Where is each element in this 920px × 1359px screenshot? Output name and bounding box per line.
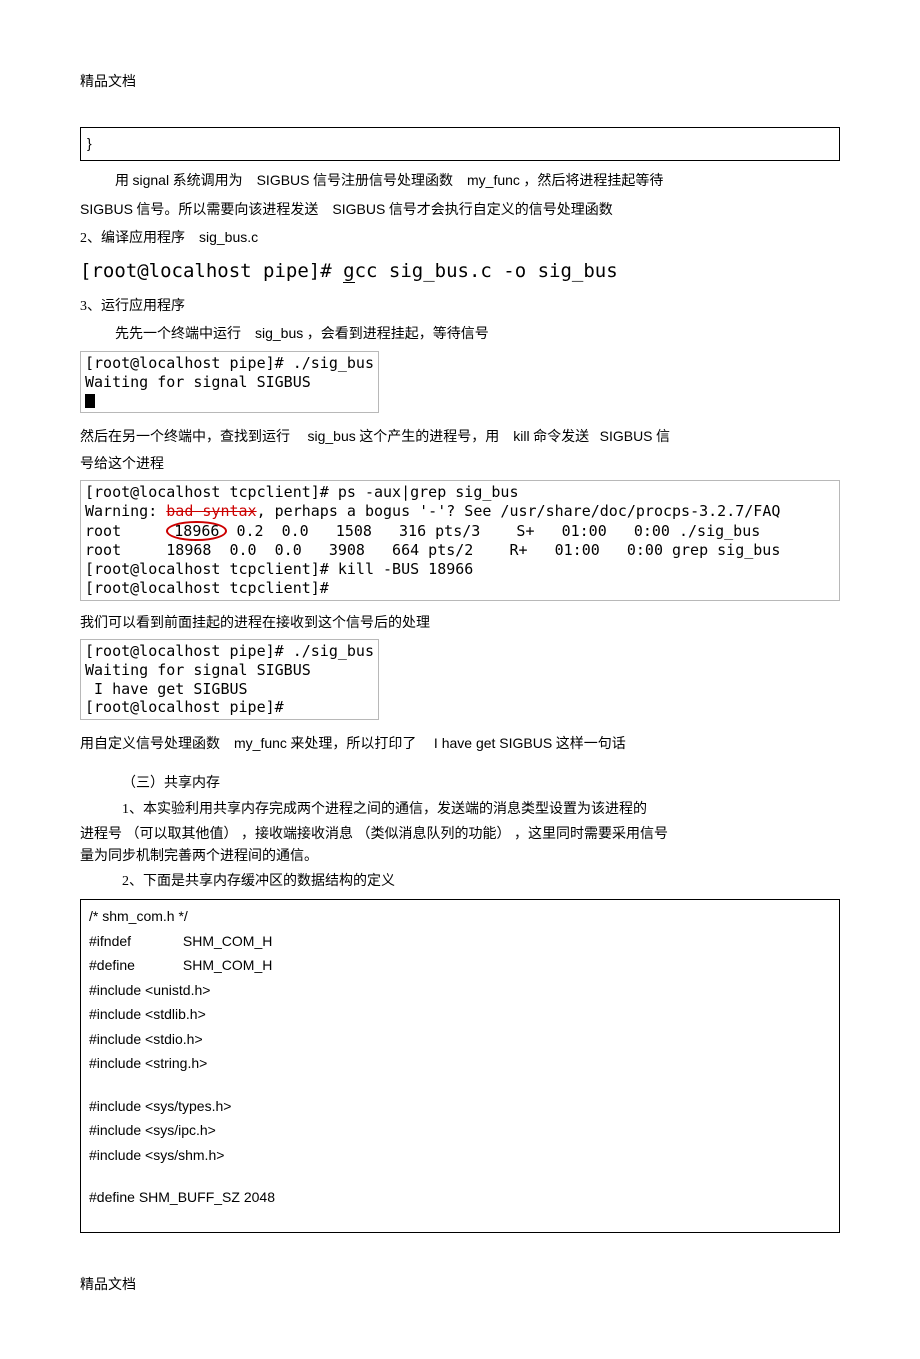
paragraph: 进程号 （可以取其他值） ，接收端接收消息 （类似消息队列的功能） ，这里同时需… <box>80 824 840 846</box>
text: ，然后将进程挂起等待 <box>523 174 663 189</box>
text: 这样一句话 <box>556 737 626 752</box>
text: 用 <box>115 174 133 189</box>
cursor-icon <box>85 394 95 408</box>
text: 先先一个终端中运行 <box>115 327 241 342</box>
text: SIGBUS <box>80 201 133 217</box>
terminal-line: [root@localhost pipe]# <box>85 698 284 716</box>
page-footer: 精品文档 <box>80 1273 840 1300</box>
code-text: SHM_COM_H <box>183 957 272 973</box>
code-box-closing-brace: } <box>80 127 840 162</box>
paragraph: 然后在另一个终端中，查找到运行 sig_bus 这个产生的进程号，用 kill … <box>80 423 840 452</box>
paragraph: 2、下面是共享内存缓冲区的数据结构的定义 <box>80 869 840 896</box>
paragraph: 号给这个进程 <box>80 452 840 479</box>
text: SIGBUS <box>600 428 653 444</box>
text: 信号才会执行自定义的信号处理函数 <box>389 203 613 218</box>
terminal-line: I have get SIGBUS <box>85 680 248 698</box>
section-heading: （三）共享内存 <box>80 771 840 798</box>
code-line: #define SHM_BUFF_SZ 2048 <box>89 1185 831 1210</box>
terminal-line: , perhaps a bogus '-'? See /usr/share/do… <box>257 502 781 520</box>
text: sig_bus <box>255 325 303 341</box>
text: 信 <box>656 430 670 445</box>
page: 精品文档 } 用 signal 系统调用为 SIGBUS 信号注册信号处理函数 … <box>0 0 920 1359</box>
paragraph: 1、本实验利用共享内存完成两个进程之间的通信，发送端的消息类型设置为该进程的 <box>80 797 840 824</box>
text: 来处理，所以打印了 <box>290 737 416 752</box>
code-box-shm-com: /* shm_com.h */ #ifndef SHM_COM_H #defin… <box>80 899 840 1233</box>
terminal-line: [root@localhost pipe]# ./sig_bus <box>85 642 374 660</box>
terminal-line: cc sig_bus.c -o sig_bus <box>355 260 618 282</box>
terminal-output-2: [root@localhost tcpclient]# ps -aux|grep… <box>80 480 840 600</box>
code-line: #define SHM_COM_H <box>89 953 831 978</box>
paragraph: 我们可以看到前面挂起的进程在接收到这个信号后的处理 <box>80 611 840 638</box>
text: 2、编译应用程序 <box>80 231 185 246</box>
code-line: #include <stdlib.h> <box>89 1002 831 1027</box>
paragraph: SIGBUS 信号。所以需要向该进程发送 SIGBUS 信号才会执行自定义的信号… <box>80 196 840 225</box>
code-line: #include <stdio.h> <box>89 1027 831 1052</box>
terminal-text-highlight: bad syntax <box>166 502 256 520</box>
terminal-line: [root@localhost tcpclient]# <box>85 579 329 597</box>
terminal-line: root 18968 0.0 0.0 3908 664 pts/2 R+ 01:… <box>85 541 780 559</box>
text: 这个产生的进程号，用 <box>359 430 499 445</box>
text: 然后在另一个终端中，查找到运行 <box>80 430 290 445</box>
terminal-output-1: [root@localhost pipe]# ./sig_bus Waiting… <box>80 351 379 413</box>
text: sig_bus.c <box>199 229 258 245</box>
code-text: SHM_COM_H <box>183 933 272 949</box>
paragraph: 用自定义信号处理函数 my_func 来处理，所以打印了 I have get … <box>80 730 840 759</box>
code-line: #include <string.h> <box>89 1051 831 1076</box>
step-heading: 3、运行应用程序 <box>80 294 840 321</box>
text: SIGBUS <box>257 172 310 188</box>
terminal-line: 0.2 0.0 1508 316 pts/3 S+ 01:00 0:00 ./s… <box>227 522 760 540</box>
text: I have get SIGBUS <box>434 735 552 751</box>
text: ，会看到进程挂起，等待信号 <box>307 327 489 342</box>
terminal-line: [root@localhost tcpclient]# kill -BUS 18… <box>85 560 473 578</box>
terminal-output-3: [root@localhost pipe]# ./sig_bus Waiting… <box>80 639 379 720</box>
circled-pid: 18966 <box>166 521 227 542</box>
text: my_func <box>234 735 287 751</box>
code-line: /* shm_com.h */ <box>89 904 831 929</box>
code-line: #include <sys/ipc.h> <box>89 1118 831 1143</box>
text: kill <box>513 428 529 444</box>
terminal-line: [root@localhost pipe]# <box>80 260 343 282</box>
text: 命令发送 <box>533 430 589 445</box>
terminal-compile: [root@localhost pipe]# gcc sig_bus.c -o … <box>80 259 840 284</box>
code-line: #include <sys/shm.h> <box>89 1143 831 1168</box>
text: 信号注册信号处理函数 <box>313 174 453 189</box>
code-line: #ifndef SHM_COM_H <box>89 929 831 954</box>
code-text: #ifndef <box>89 929 179 954</box>
paragraph: 先先一个终端中运行 sig_bus ，会看到进程挂起，等待信号 <box>80 320 840 349</box>
text: signal <box>133 172 170 188</box>
terminal-line: Waiting for signal SIGBUS <box>85 373 311 391</box>
terminal-line: [root@localhost pipe]# ./sig_bus <box>85 354 374 372</box>
page-header: 精品文档 <box>80 70 840 97</box>
text: SIGBUS <box>332 201 385 217</box>
code-text: } <box>87 135 92 151</box>
text: my_func <box>467 172 520 188</box>
text: 信号。所以需要向该进程发送 <box>136 203 318 218</box>
terminal-line: [root@localhost tcpclient]# ps -aux|grep… <box>85 483 518 501</box>
code-line: #include <unistd.h> <box>89 978 831 1003</box>
code-text: #define <box>89 953 179 978</box>
terminal-line: Waiting for signal SIGBUS <box>85 661 311 679</box>
paragraph: 量为同步机制完善两个进程间的通信。 <box>80 846 840 868</box>
step-heading: 2、编译应用程序 sig_bus.c <box>80 224 840 253</box>
code-line: #include <sys/types.h> <box>89 1094 831 1119</box>
terminal-line: Warning: <box>85 502 166 520</box>
terminal-text-underlined: g <box>343 262 354 283</box>
text: 系统调用为 <box>173 174 243 189</box>
terminal-line: root <box>85 522 166 540</box>
text: sig_bus <box>308 428 356 444</box>
paragraph: 用 signal 系统调用为 SIGBUS 信号注册信号处理函数 my_func… <box>80 167 840 196</box>
text: 用自定义信号处理函数 <box>80 737 220 752</box>
